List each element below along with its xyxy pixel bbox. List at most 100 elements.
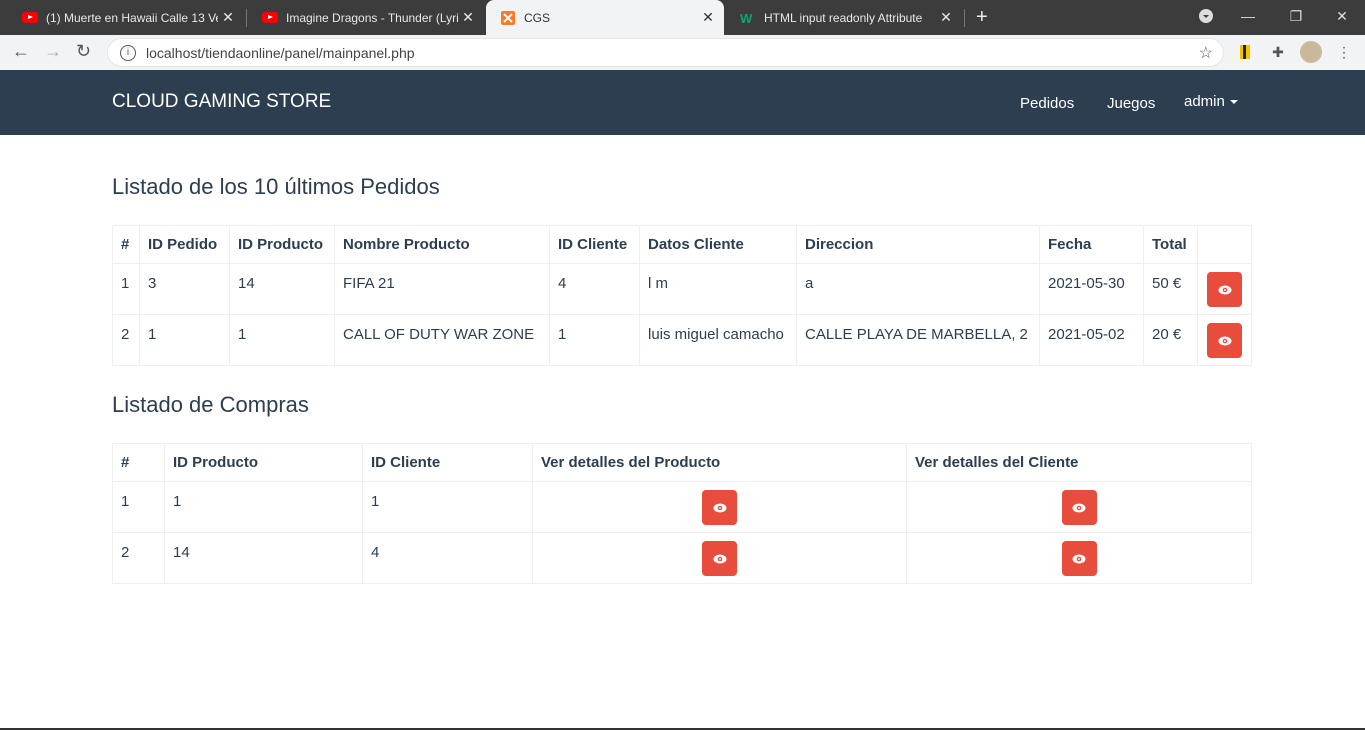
close-tab-icon[interactable]: ✕: [698, 9, 718, 26]
brand-logo[interactable]: CLOUD GAMING STORE: [112, 91, 331, 113]
info-icon[interactable]: i: [120, 44, 136, 61]
cell-id-producto: 1: [164, 481, 363, 533]
menu-icon[interactable]: ⋮: [1335, 43, 1353, 61]
col-header: ID Pedido: [139, 225, 230, 264]
cell-action: [1197, 314, 1252, 366]
col-header: Ver detalles del Cliente: [906, 443, 1252, 482]
profile-avatar[interactable]: [1300, 41, 1322, 63]
xampp-icon: [500, 10, 516, 26]
cell-id-cliente: 4: [362, 532, 533, 584]
eye-icon: [1218, 336, 1231, 345]
tab-title: (1) Muerte en Hawaii Calle 13 Ver: [46, 10, 218, 25]
tab-search-icon[interactable]: [1183, 0, 1229, 32]
close-tab-icon[interactable]: ✕: [458, 9, 478, 26]
cell-nombre-producto: CALL OF DUTY WAR ZONE: [334, 314, 550, 366]
cell-id-producto: 14: [164, 532, 363, 584]
eye-icon: [1072, 554, 1086, 563]
pedidos-table: # ID Pedido ID Producto Nombre Producto …: [112, 225, 1252, 366]
cell-index: 2: [112, 532, 165, 584]
col-header: Datos Cliente: [639, 225, 797, 264]
address-bar[interactable]: i localhost/tiendaonline/panel/mainpanel…: [107, 38, 1224, 67]
col-header: #: [112, 443, 165, 482]
svg-text:W: W: [740, 11, 753, 26]
table-header-row: # ID Pedido ID Producto Nombre Producto …: [112, 225, 1252, 264]
user-menu[interactable]: admin: [1184, 93, 1238, 110]
cell-total: 20 €: [1143, 314, 1198, 366]
cell-id-cliente: 1: [549, 314, 640, 366]
cell-id-pedido: 3: [139, 263, 230, 315]
puzzle-icon[interactable]: ✚: [1269, 43, 1287, 61]
eye-icon: [713, 554, 726, 563]
nav-link-pedidos[interactable]: Pedidos: [1020, 95, 1074, 112]
browser-tab-active[interactable]: CGS ✕: [486, 0, 724, 35]
tab-title: CGS: [524, 10, 551, 25]
minimize-icon[interactable]: —: [1225, 0, 1271, 32]
restore-icon[interactable]: ❐: [1273, 0, 1319, 32]
col-header: ID Cliente: [549, 225, 640, 264]
cell-direccion: CALLE PLAYA DE MARBELLA, 2: [796, 314, 1040, 366]
table-header-row: # ID Producto ID Cliente Ver detalles de…: [112, 443, 1252, 482]
close-tab-icon[interactable]: ✕: [936, 9, 956, 26]
site-navbar: CLOUD GAMING STORE Pedidos Juegos admin: [0, 70, 1365, 135]
browser-tab-2[interactable]: Imagine Dragons - Thunder (Lyric ✕: [248, 0, 484, 35]
close-tab-icon[interactable]: ✕: [218, 9, 238, 26]
cell-datos-cliente: l m: [639, 263, 797, 315]
browser-tab-1[interactable]: (1) Muerte en Hawaii Calle 13 Ver ✕: [8, 0, 244, 35]
col-header: ID Producto: [164, 443, 363, 482]
cell-total: 50 €: [1143, 263, 1198, 315]
caret-down-icon: [1229, 100, 1238, 105]
cell-direccion: a: [796, 263, 1040, 315]
cell-index: 2: [112, 314, 140, 366]
pedidos-title: Listado de los 10 últimos Pedidos: [112, 174, 440, 199]
w3schools-icon: W: [740, 10, 756, 26]
compras-table: # ID Producto ID Cliente Ver detalles de…: [112, 443, 1252, 584]
col-header: #: [112, 225, 140, 264]
bookmark-star-icon[interactable]: ☆: [1199, 43, 1213, 63]
cell-id-cliente: 1: [362, 481, 533, 533]
extension-icon[interactable]: [1236, 43, 1254, 61]
cell-id-producto: 1: [229, 314, 335, 366]
cell-id-pedido: 1: [139, 314, 230, 366]
tab-title: Imagine Dragons - Thunder (Lyric: [286, 10, 458, 25]
url-text: localhost/tiendaonline/panel/mainpanel.p…: [146, 44, 415, 61]
view-order-button[interactable]: [1207, 323, 1242, 358]
nav-link-juegos[interactable]: Juegos: [1107, 95, 1155, 112]
new-tab-icon[interactable]: +: [976, 6, 988, 29]
youtube-icon: [262, 10, 278, 26]
cell-client-details: [906, 481, 1252, 533]
table-row: 2 1 1 CALL OF DUTY WAR ZONE 1 luis migue…: [112, 314, 1252, 366]
view-client-button[interactable]: [1061, 541, 1097, 576]
cell-nombre-producto: FIFA 21: [334, 263, 550, 315]
col-header: ID Producto: [229, 225, 335, 264]
cell-id-producto: 14: [229, 263, 335, 315]
table-row: 1 1 1: [112, 481, 1252, 533]
cell-index: 1: [112, 481, 165, 533]
col-header: Direccion: [796, 225, 1040, 264]
view-client-button[interactable]: [1061, 490, 1097, 525]
forward-icon[interactable]: →: [44, 41, 62, 62]
browser-tab-4[interactable]: W HTML input readonly Attribute ✕: [726, 0, 962, 35]
col-header: Total: [1143, 225, 1198, 264]
col-header: Ver detalles del Producto: [532, 443, 907, 482]
close-window-icon[interactable]: ✕: [1319, 0, 1365, 32]
cell-datos-cliente: luis miguel camacho: [639, 314, 797, 366]
cell-fecha: 2021-05-02: [1039, 314, 1144, 366]
view-order-button[interactable]: [1207, 272, 1242, 307]
table-row: 2 14 4: [112, 532, 1252, 584]
eye-icon: [1072, 503, 1086, 512]
col-header: Fecha: [1039, 225, 1144, 264]
col-header: [1197, 225, 1252, 264]
back-icon[interactable]: ←: [12, 41, 30, 62]
view-product-button[interactable]: [702, 490, 737, 525]
eye-icon: [1218, 285, 1231, 294]
cell-product-details: [532, 532, 907, 584]
tab-title: HTML input readonly Attribute: [764, 10, 923, 25]
col-header: Nombre Producto: [334, 225, 550, 264]
reload-icon[interactable]: ↻: [76, 41, 91, 62]
view-product-button[interactable]: [702, 541, 737, 576]
cell-product-details: [532, 481, 907, 533]
browser-toolbar: ← → ↻ i localhost/tiendaonline/panel/mai…: [0, 35, 1365, 71]
youtube-icon: [22, 10, 38, 26]
eye-icon: [713, 503, 726, 512]
cell-fecha: 2021-05-30: [1039, 263, 1144, 315]
